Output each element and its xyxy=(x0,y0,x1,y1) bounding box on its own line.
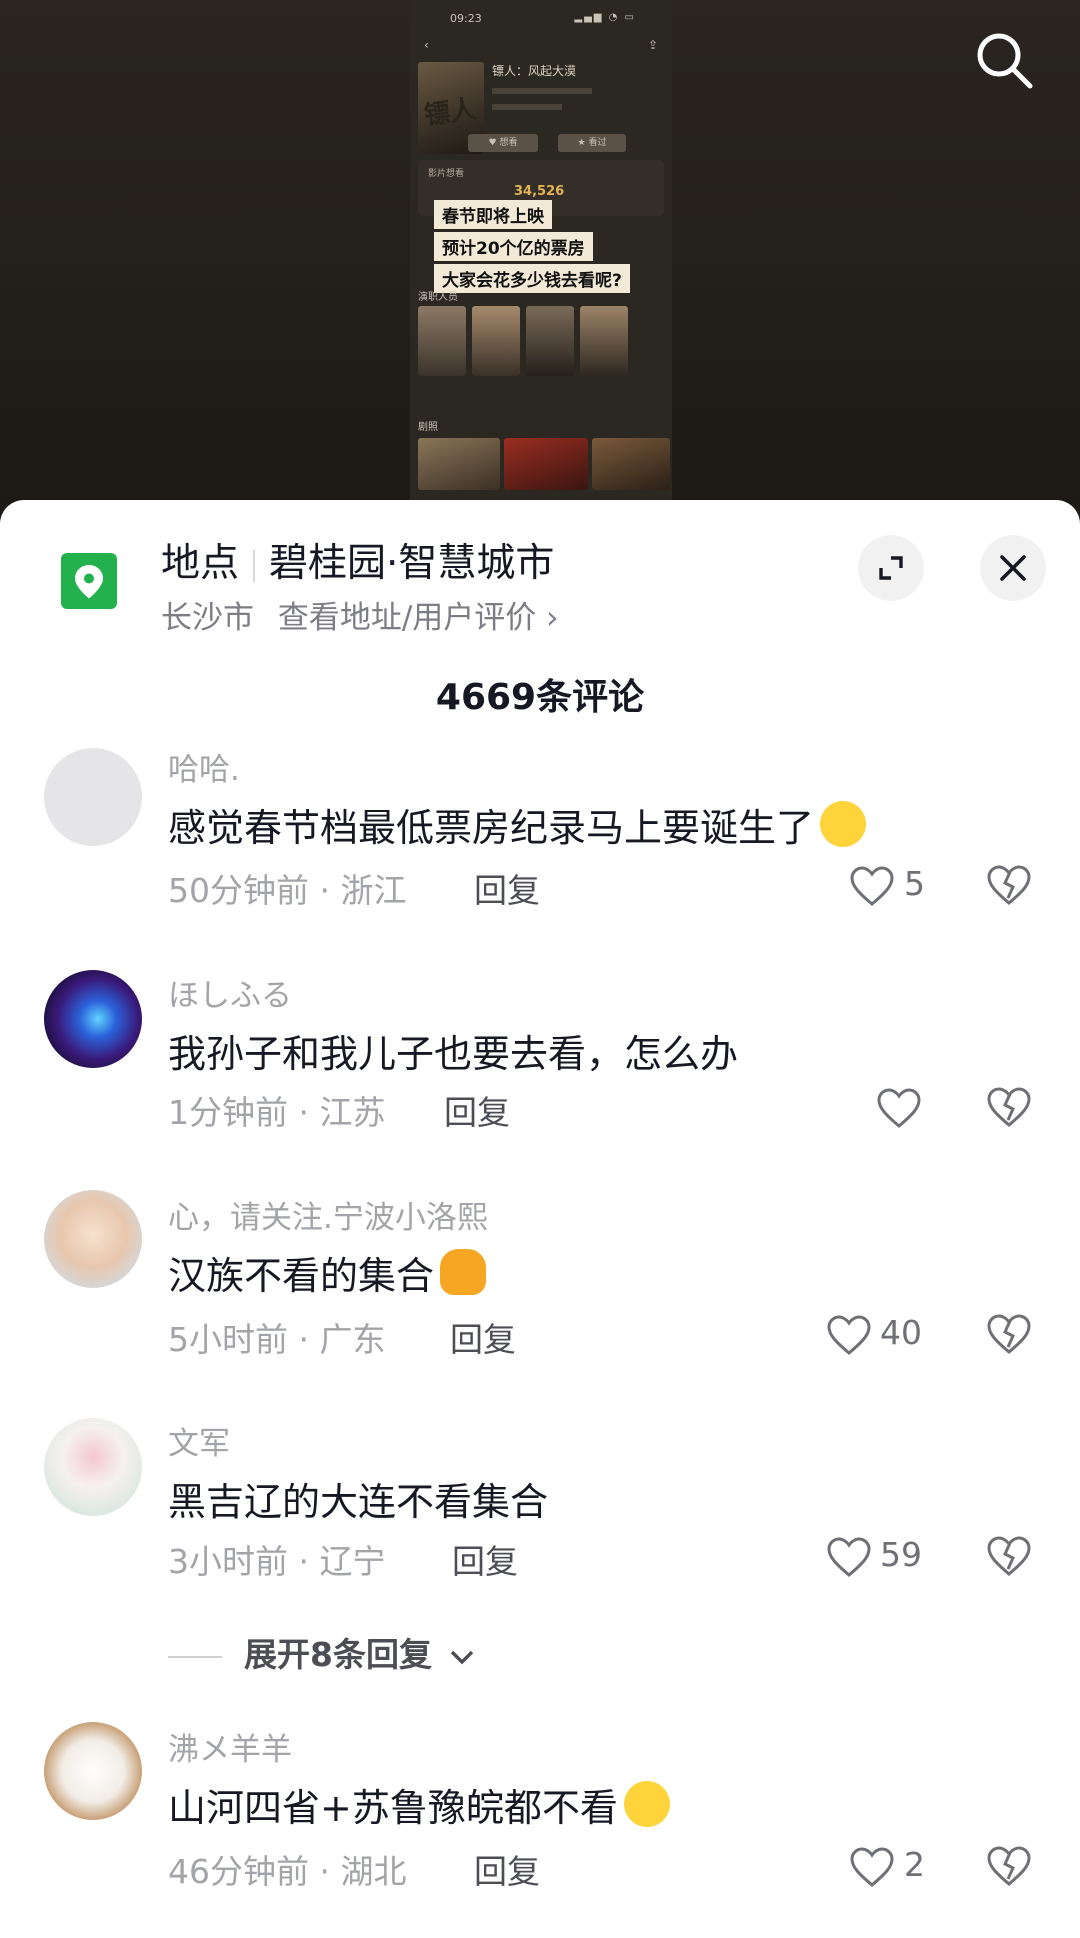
avatar[interactable] xyxy=(44,1418,142,1516)
cast-photo xyxy=(418,306,466,376)
movie-meta-line xyxy=(492,104,562,110)
cast-photo xyxy=(472,306,520,376)
still-image xyxy=(504,438,588,490)
location-link: 查看地址/用户评价 xyxy=(277,600,537,636)
movie-title: 镖人：风起大漠 xyxy=(492,64,577,78)
avatar[interactable] xyxy=(44,1722,142,1820)
phone-nav-row: ‹ ⇪ xyxy=(424,38,658,58)
heart-icon[interactable] xyxy=(849,1846,895,1888)
heart-icon[interactable] xyxy=(826,1314,872,1356)
reply-button[interactable]: 回复 xyxy=(474,864,540,912)
like-count: 40 xyxy=(880,1313,922,1352)
video-player[interactable]: 09:23 ▂▄▆ ◔ ▭ ‹ ⇪ 镖人 镖人：风起大漠 ♥ 想看 ★ 看过 影… xyxy=(0,0,1080,505)
comment-text: 黑吉辽的大连不看集合 xyxy=(168,1480,549,1524)
poster-calligraphy: 镖人 xyxy=(422,94,479,132)
cast-photo xyxy=(580,306,628,376)
heart-icon[interactable] xyxy=(876,1087,922,1129)
movie-meta-line xyxy=(492,88,592,94)
video-caption-line: 预计20个亿的票房 xyxy=(434,232,593,261)
chevron-down-icon xyxy=(451,1650,474,1665)
divider xyxy=(168,1655,222,1658)
dislike-icon[interactable] xyxy=(986,862,1032,908)
phone-status-icons: ▂▄▆ ◔ ▭ xyxy=(574,12,636,23)
location-subtitle[interactable]: 长沙市 查看地址/用户评价 › xyxy=(161,592,559,637)
grin-sweat-emoji xyxy=(820,801,867,847)
expand-icon xyxy=(879,556,903,580)
search-icon[interactable] xyxy=(974,30,1036,92)
cast-photo xyxy=(526,306,574,376)
comment-meta: 1分钟前 · 江苏 xyxy=(168,1093,386,1132)
location-name: 碧桂园·智慧城市 xyxy=(269,541,555,586)
grinning-emoji xyxy=(623,1781,670,1827)
heart-icon[interactable] xyxy=(826,1536,872,1578)
expand-button[interactable] xyxy=(858,535,924,601)
comment-text: 我孙子和我儿子也要去看，怎么办 xyxy=(168,1032,739,1076)
like-count: 2 xyxy=(904,1845,925,1884)
back-icon: ‹ xyxy=(424,38,429,52)
reply-button[interactable]: 回复 xyxy=(452,1535,518,1583)
close-icon xyxy=(1000,555,1026,581)
video-caption-line: 春节即将上映 xyxy=(434,200,552,229)
comment-username[interactable]: ほしふる xyxy=(168,970,292,1015)
want-button: ♥ 想看 xyxy=(468,134,538,152)
dislike-icon[interactable] xyxy=(986,1084,1032,1130)
dislike-icon[interactable] xyxy=(986,1843,1032,1889)
chevron-right-icon: › xyxy=(546,600,559,636)
like-count: 59 xyxy=(880,1535,922,1574)
divider xyxy=(253,549,256,582)
folded-hands-emoji xyxy=(440,1249,487,1295)
phone-status-time: 09:23 xyxy=(450,12,482,25)
phone-status-bar: 09:23 ▂▄▆ ◔ ▭ xyxy=(438,12,652,28)
still-image xyxy=(418,438,500,490)
comment-username[interactable]: 沸メ羊羊 xyxy=(168,1724,292,1769)
video-caption-line: 大家会花多少钱去看呢? xyxy=(434,264,630,293)
comment-meta: 46分钟前 · 湖北 xyxy=(168,1852,407,1891)
comment-meta: 3小时前 · 辽宁 xyxy=(168,1542,386,1581)
close-button[interactable] xyxy=(980,535,1046,601)
location-title[interactable]: 地点 碧桂园·智慧城市 xyxy=(161,532,554,588)
dislike-icon[interactable] xyxy=(986,1311,1032,1357)
comment-text: 感觉春节档最低票房纪录马上要诞生了 xyxy=(168,797,867,852)
heart-icon[interactable] xyxy=(849,865,895,907)
location-pin-icon xyxy=(61,553,117,609)
comment-username[interactable]: 文军 xyxy=(168,1418,230,1463)
comment-username[interactable]: 心，请关注.宁波小洛熙 xyxy=(168,1192,488,1237)
location-label: 地点 xyxy=(161,541,240,586)
dislike-icon[interactable] xyxy=(986,1533,1032,1579)
reply-button[interactable]: 回复 xyxy=(450,1313,516,1361)
expand-replies-button[interactable]: 展开8条回复 xyxy=(168,1628,477,1676)
still-image xyxy=(592,438,670,490)
reply-button[interactable]: 回复 xyxy=(444,1086,510,1134)
share-icon: ⇪ xyxy=(647,38,658,52)
stills-section-label: 剧照 xyxy=(418,422,438,433)
comment-meta: 5小时前 · 广东 xyxy=(168,1320,386,1359)
want-label: 影片想看 xyxy=(428,169,465,179)
comment-username[interactable]: 哈哈. xyxy=(168,744,240,789)
comment-count-title: 4669条评论 xyxy=(435,677,645,718)
location-city: 长沙市 xyxy=(161,600,254,636)
comment-text: 山河四省+苏鲁豫皖都不看 xyxy=(168,1777,670,1832)
rate-button: ★ 看过 xyxy=(558,134,626,152)
avatar[interactable] xyxy=(44,1190,142,1288)
want-count: 34,526 xyxy=(514,184,565,199)
avatar[interactable] xyxy=(44,970,142,1068)
comment-text: 汉族不看的集合 xyxy=(168,1245,487,1300)
like-count: 5 xyxy=(904,864,925,903)
avatar[interactable] xyxy=(44,748,142,846)
cast-section-label: 演职人员 xyxy=(418,292,458,303)
comment-meta: 50分钟前 · 浙江 xyxy=(168,871,407,910)
reply-button[interactable]: 回复 xyxy=(474,1845,540,1893)
